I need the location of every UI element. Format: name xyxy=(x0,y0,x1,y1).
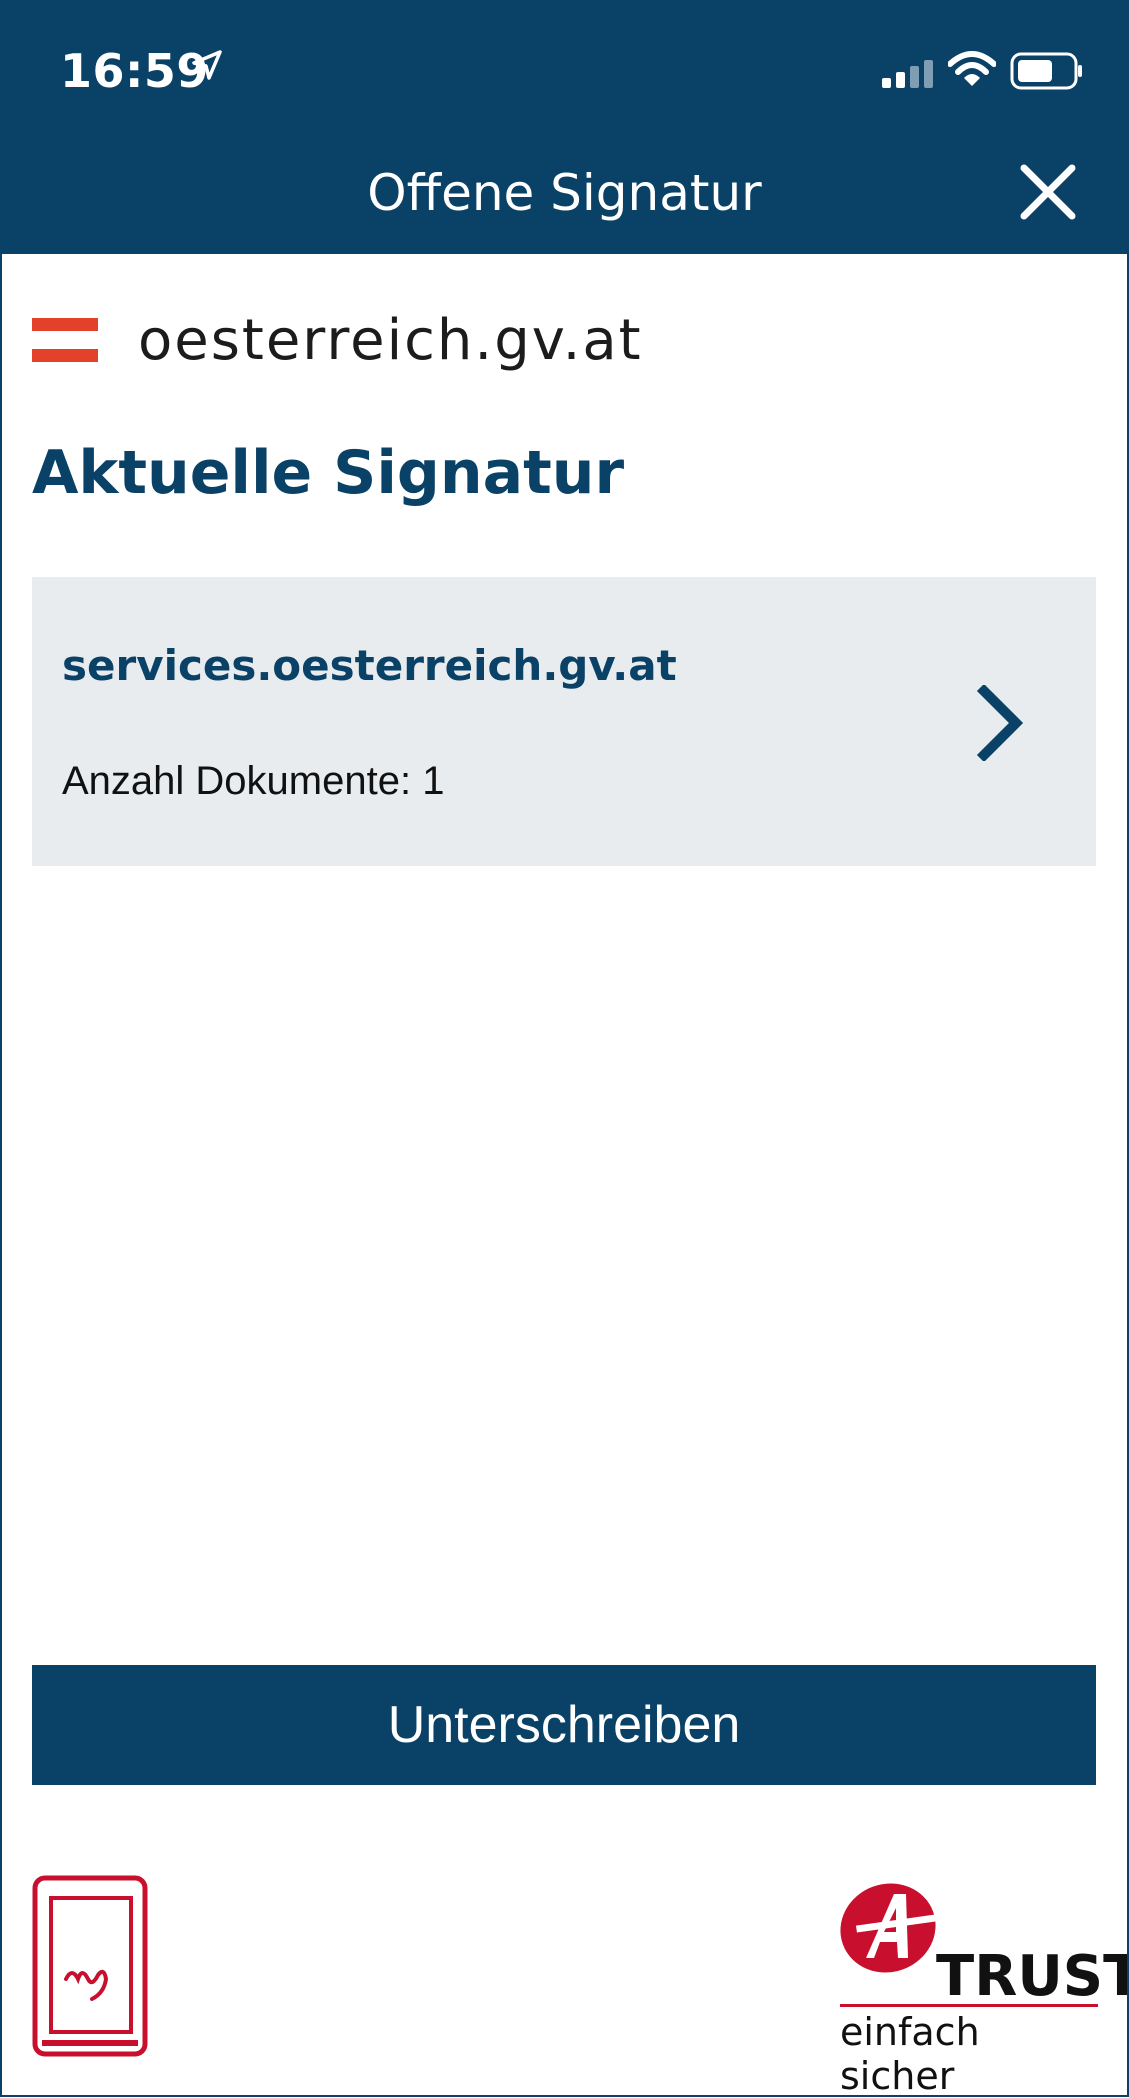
a-trust-tagline: einfach sicher xyxy=(840,2010,980,2098)
a-trust-logo: TRUST einfach sicher xyxy=(836,1870,1129,2098)
sign-button[interactable]: Unterschreiben xyxy=(32,1665,1096,1785)
a-trust-emblem-icon xyxy=(840,1883,937,1973)
top-bar: 16:59 Offene Signatur xyxy=(0,0,1129,254)
a-trust-divider xyxy=(840,2004,1098,2007)
close-button[interactable] xyxy=(1016,160,1080,224)
close-icon xyxy=(1020,164,1076,220)
page-title: Offene Signatur xyxy=(367,164,762,222)
wifi-icon xyxy=(948,51,996,86)
brand-name: oesterreich.gv.at xyxy=(138,307,643,373)
signature-card[interactable]: services.oesterreich.gv.at Anzahl Dokume… xyxy=(32,577,1096,866)
brand-logo: oesterreich.gv.at xyxy=(32,300,643,380)
signature-host: services.oesterreich.gv.at xyxy=(62,641,677,690)
a-trust-word: TRUST xyxy=(936,1944,1129,2009)
battery-icon xyxy=(1010,52,1082,90)
document-count: Anzahl Dokumente: 1 xyxy=(62,759,445,803)
austrian-flag-icon xyxy=(32,318,98,362)
cellular-signal-icon xyxy=(882,60,933,88)
chevron-right-icon xyxy=(976,685,1024,761)
handy-signatur-logo-icon xyxy=(32,1875,148,2057)
location-arrow-icon xyxy=(192,50,222,80)
section-title: Aktuelle Signatur xyxy=(32,438,625,508)
status-time: 16:59 xyxy=(60,44,209,98)
